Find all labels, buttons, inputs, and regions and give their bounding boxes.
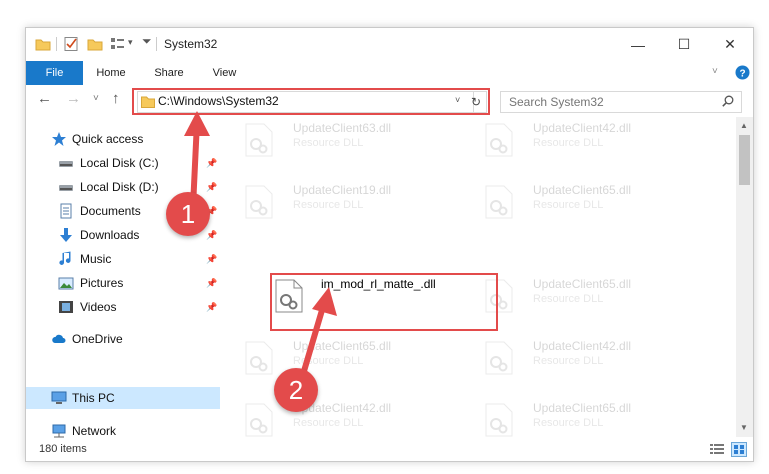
arrow-1-head [184, 111, 210, 136]
step-2-badge: 2 [274, 368, 318, 412]
arrow-2-head [312, 287, 337, 316]
annotation-overlay [184, 111, 337, 391]
step-1-badge: 1 [166, 192, 210, 236]
